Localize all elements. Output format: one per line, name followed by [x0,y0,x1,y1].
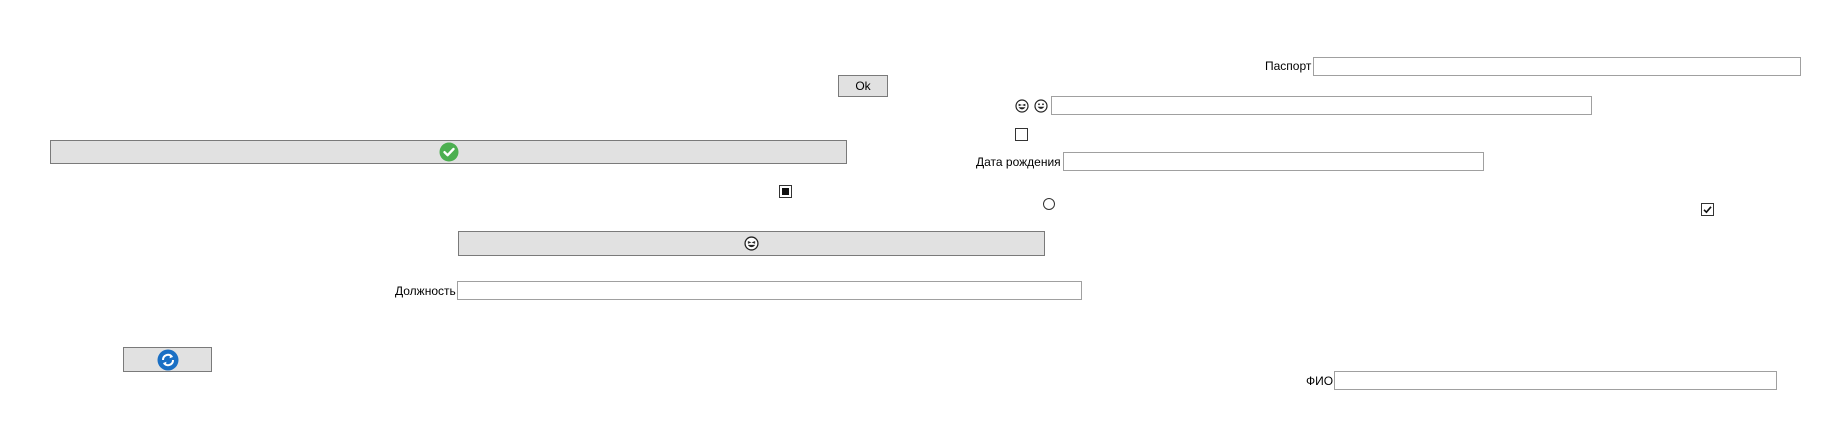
birth-date-label: Дата рождения [976,155,1061,169]
refresh-button[interactable] [123,347,212,372]
ok-button[interactable]: Ok [838,75,888,97]
ok-button-label: Ok [855,79,871,93]
refresh-icon [157,349,179,371]
emoji-text-input[interactable] [1051,96,1592,115]
emoji-button[interactable] [458,231,1045,256]
checkbox-fill-mark [782,188,789,195]
check-circle-icon [439,142,459,162]
grinning-face-icon [1034,99,1048,113]
fio-label: ФИО [1306,374,1334,388]
fio-input[interactable] [1334,371,1777,390]
confirm-wide-button[interactable] [50,140,847,164]
checkbox-unchecked[interactable] [1015,128,1028,141]
passport-input[interactable] [1313,57,1801,76]
birth-date-input[interactable] [1063,152,1484,171]
passport-label: Паспорт [1265,59,1312,73]
checkmark-icon [1703,206,1712,214]
checkbox-checked[interactable] [1701,203,1714,216]
position-label: Должность [395,284,456,298]
grinning-squint-icon [1015,99,1029,113]
radio-button[interactable] [1043,198,1055,210]
checkbox-indeterminate[interactable] [779,185,792,198]
position-input[interactable] [457,281,1082,300]
grinning-squint-icon [744,236,759,251]
